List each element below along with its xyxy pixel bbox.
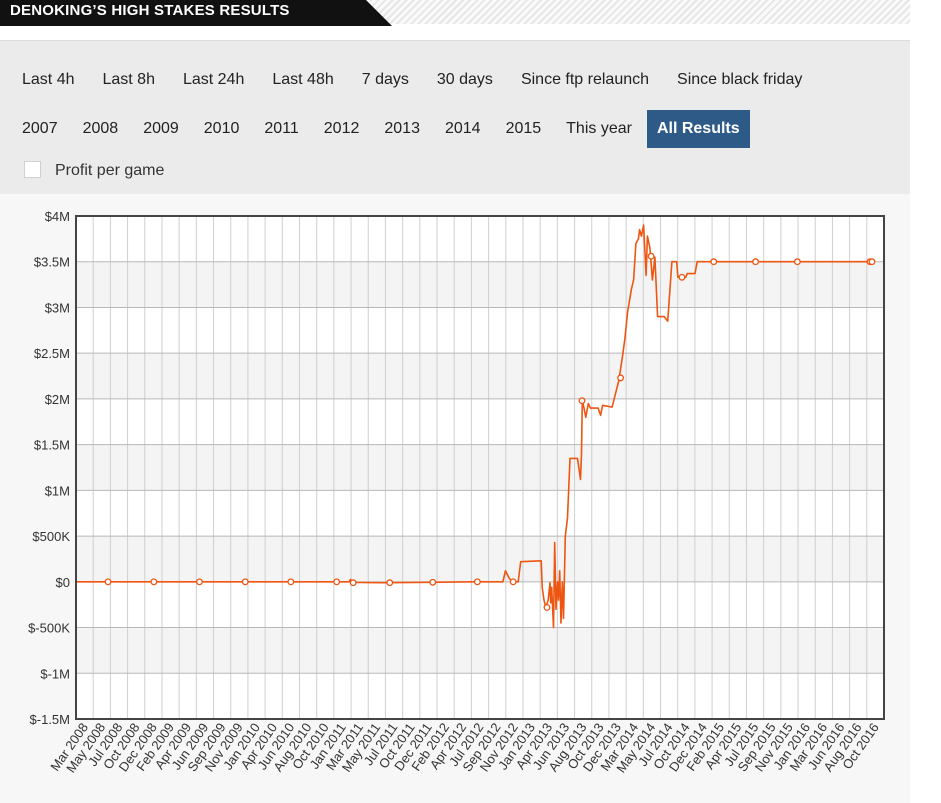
y-tick-label: $1M — [45, 483, 70, 498]
data-point — [333, 578, 341, 586]
filter-button-last-24h[interactable]: Last 24h — [173, 61, 254, 99]
filter-button-since-black-friday[interactable]: Since black friday — [667, 61, 812, 99]
filter-button-2011[interactable]: 2011 — [254, 110, 308, 148]
filter-button-2010[interactable]: 2010 — [194, 110, 250, 148]
plot-band — [76, 444, 884, 491]
plot-band — [76, 536, 884, 582]
filter-button-2015[interactable]: 2015 — [496, 110, 552, 148]
plot-band — [76, 353, 884, 399]
data-point — [752, 258, 760, 266]
y-tick-label: $500K — [32, 529, 70, 544]
filter-button-30-days[interactable]: 30 days — [427, 61, 503, 99]
results-chart: $4M $3.5M $3M $2.5M $2M $1.5M $1M $500K $0 $-500K… — [28, 209, 885, 775]
time-filter-row: Last 4h Last 8h Last 24h Last 48h 7 days 30 d… — [12, 61, 820, 99]
filter-button-this-year[interactable]: This year — [556, 110, 642, 148]
y-tick-label: $4M — [45, 209, 70, 224]
title-stripes — [370, 0, 910, 24]
data-point — [150, 578, 158, 586]
filter-button-last-4h[interactable]: Last 4h — [12, 61, 84, 99]
filter-button-last-48h[interactable]: Last 48h — [262, 61, 343, 99]
filter-button-2012[interactable]: 2012 — [314, 110, 370, 148]
y-tick-label: $2M — [45, 392, 70, 407]
filter-button-2007[interactable]: 2007 — [12, 110, 68, 148]
data-point — [678, 273, 686, 281]
filter-button-last-8h[interactable]: Last 8h — [92, 61, 164, 99]
y-tick-label: $2.5M — [34, 346, 70, 361]
y-tick-label: $3M — [45, 300, 70, 315]
data-point — [473, 578, 481, 586]
filter-button-all-results[interactable]: All Results — [646, 110, 750, 148]
profit-per-game-checkbox[interactable] — [24, 161, 41, 178]
data-point — [241, 578, 249, 586]
data-point — [793, 258, 801, 266]
y-tick-label: $-1M — [40, 666, 70, 681]
data-point — [543, 603, 551, 611]
plot-band — [76, 627, 884, 674]
filter-panel: Last 4h Last 8h Last 24h Last 48h 7 days 30 d… — [0, 40, 910, 194]
data-point — [429, 578, 437, 586]
data-point — [509, 578, 517, 586]
filter-button-2008[interactable]: 2008 — [73, 110, 129, 148]
filter-button-2014[interactable]: 2014 — [435, 110, 491, 148]
filter-button-2009[interactable]: 2009 — [133, 110, 189, 148]
y-tick-label: $-500K — [28, 621, 70, 636]
title-bar: DENOKING’S HIGH STAKES RESULTS — [0, 0, 910, 26]
year-filter-row: 2007 2008 2009 2010 2011 2012 2013 2014 2015 This… — [12, 110, 755, 148]
data-point — [104, 578, 112, 586]
plot-band — [76, 261, 884, 308]
chart-container: $4M $3.5M $3M $2.5M $2M $1.5M $1M $500K $0 $-500K… — [0, 194, 910, 803]
y-tick-label: $-1.5M — [30, 712, 70, 727]
y-tick-label: $3.5M — [34, 255, 70, 270]
data-point — [349, 579, 357, 587]
data-point — [287, 578, 295, 586]
data-point — [578, 397, 586, 405]
data-point — [647, 252, 655, 260]
profit-per-game-label: Profit per game — [55, 162, 165, 179]
data-point — [386, 579, 394, 587]
filter-button-2013[interactable]: 2013 — [374, 110, 430, 148]
data-point — [617, 374, 625, 382]
data-point — [868, 258, 876, 266]
page: DENOKING’S HIGH STAKES RESULTS Last 4h La… — [0, 0, 941, 803]
y-tick-label: $0 — [56, 575, 70, 590]
data-point — [710, 258, 718, 266]
y-tick-label: $1.5M — [34, 438, 70, 453]
data-point — [195, 578, 203, 586]
filter-button-since-ftp-relaunch[interactable]: Since ftp relaunch — [511, 61, 659, 99]
page-title: DENOKING’S HIGH STAKES RESULTS — [10, 2, 290, 19]
filter-button-7-days[interactable]: 7 days — [352, 61, 419, 99]
